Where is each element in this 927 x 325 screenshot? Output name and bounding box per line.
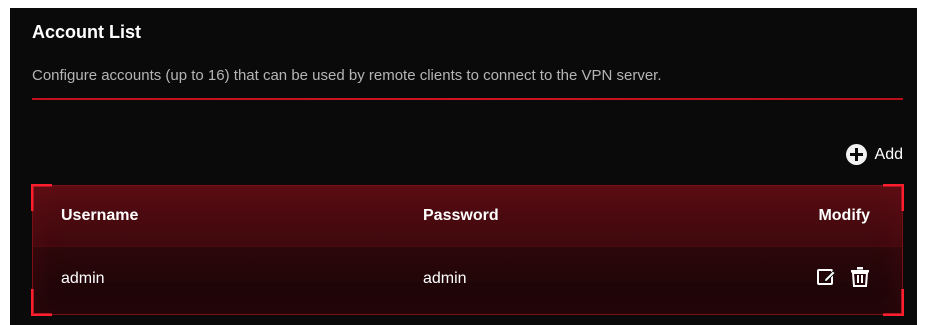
column-header-username: Username xyxy=(61,207,139,224)
column-header-password: Password xyxy=(423,207,499,224)
row-actions xyxy=(816,266,870,288)
cell-username: admin xyxy=(61,270,105,287)
section-description: Configure accounts (up to 16) that can b… xyxy=(32,67,662,84)
table-header: Username Password Modify xyxy=(33,186,902,247)
plus-circle-icon xyxy=(845,144,867,165)
account-table: Username Password Modify admin admin xyxy=(31,184,904,316)
add-button-label: Add xyxy=(874,145,903,163)
table-row xyxy=(33,246,902,314)
section-title: Account List xyxy=(32,22,142,42)
add-account-button[interactable]: Add xyxy=(845,144,903,165)
section-divider xyxy=(32,98,903,100)
account-list-panel: Account List Configure accounts (up to 1… xyxy=(10,8,917,325)
column-header-modify: Modify xyxy=(818,207,870,224)
delete-icon[interactable] xyxy=(850,266,870,288)
edit-icon[interactable] xyxy=(816,266,836,288)
cell-password: admin xyxy=(423,270,467,287)
